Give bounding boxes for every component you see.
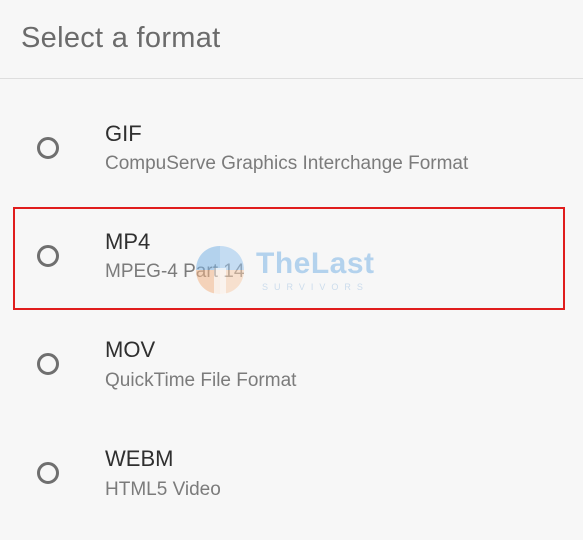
format-option-mov[interactable]: MOV QuickTime File Format (0, 313, 583, 417)
format-subtitle-webm: HTML5 Video (105, 479, 221, 500)
radio-button-mov[interactable] (37, 353, 59, 375)
dialog-header: Select a format (0, 0, 583, 79)
radio-button-mp4[interactable] (37, 245, 59, 267)
format-subtitle-mov: QuickTime File Format (105, 370, 297, 391)
format-option-gif[interactable]: GIF CompuServe Graphics Interchange Form… (0, 96, 583, 200)
format-subtitle-gif: CompuServe Graphics Interchange Format (105, 153, 469, 174)
dialog-title: Select a format (21, 22, 221, 54)
format-subtitle-mp4: MPEG-4 Part 14 (105, 261, 245, 282)
format-title-webm: WEBM (105, 446, 174, 471)
format-title-mov: MOV (105, 337, 156, 362)
format-option-webm[interactable]: WEBM HTML5 Video (0, 421, 583, 525)
format-option-mp4[interactable]: MP4 MPEG-4 Part 14 (0, 205, 583, 309)
format-title-gif: GIF (105, 121, 142, 146)
format-title-mp4: MP4 (105, 229, 151, 254)
radio-button-webm[interactable] (37, 462, 59, 484)
radio-button-gif[interactable] (37, 137, 59, 159)
